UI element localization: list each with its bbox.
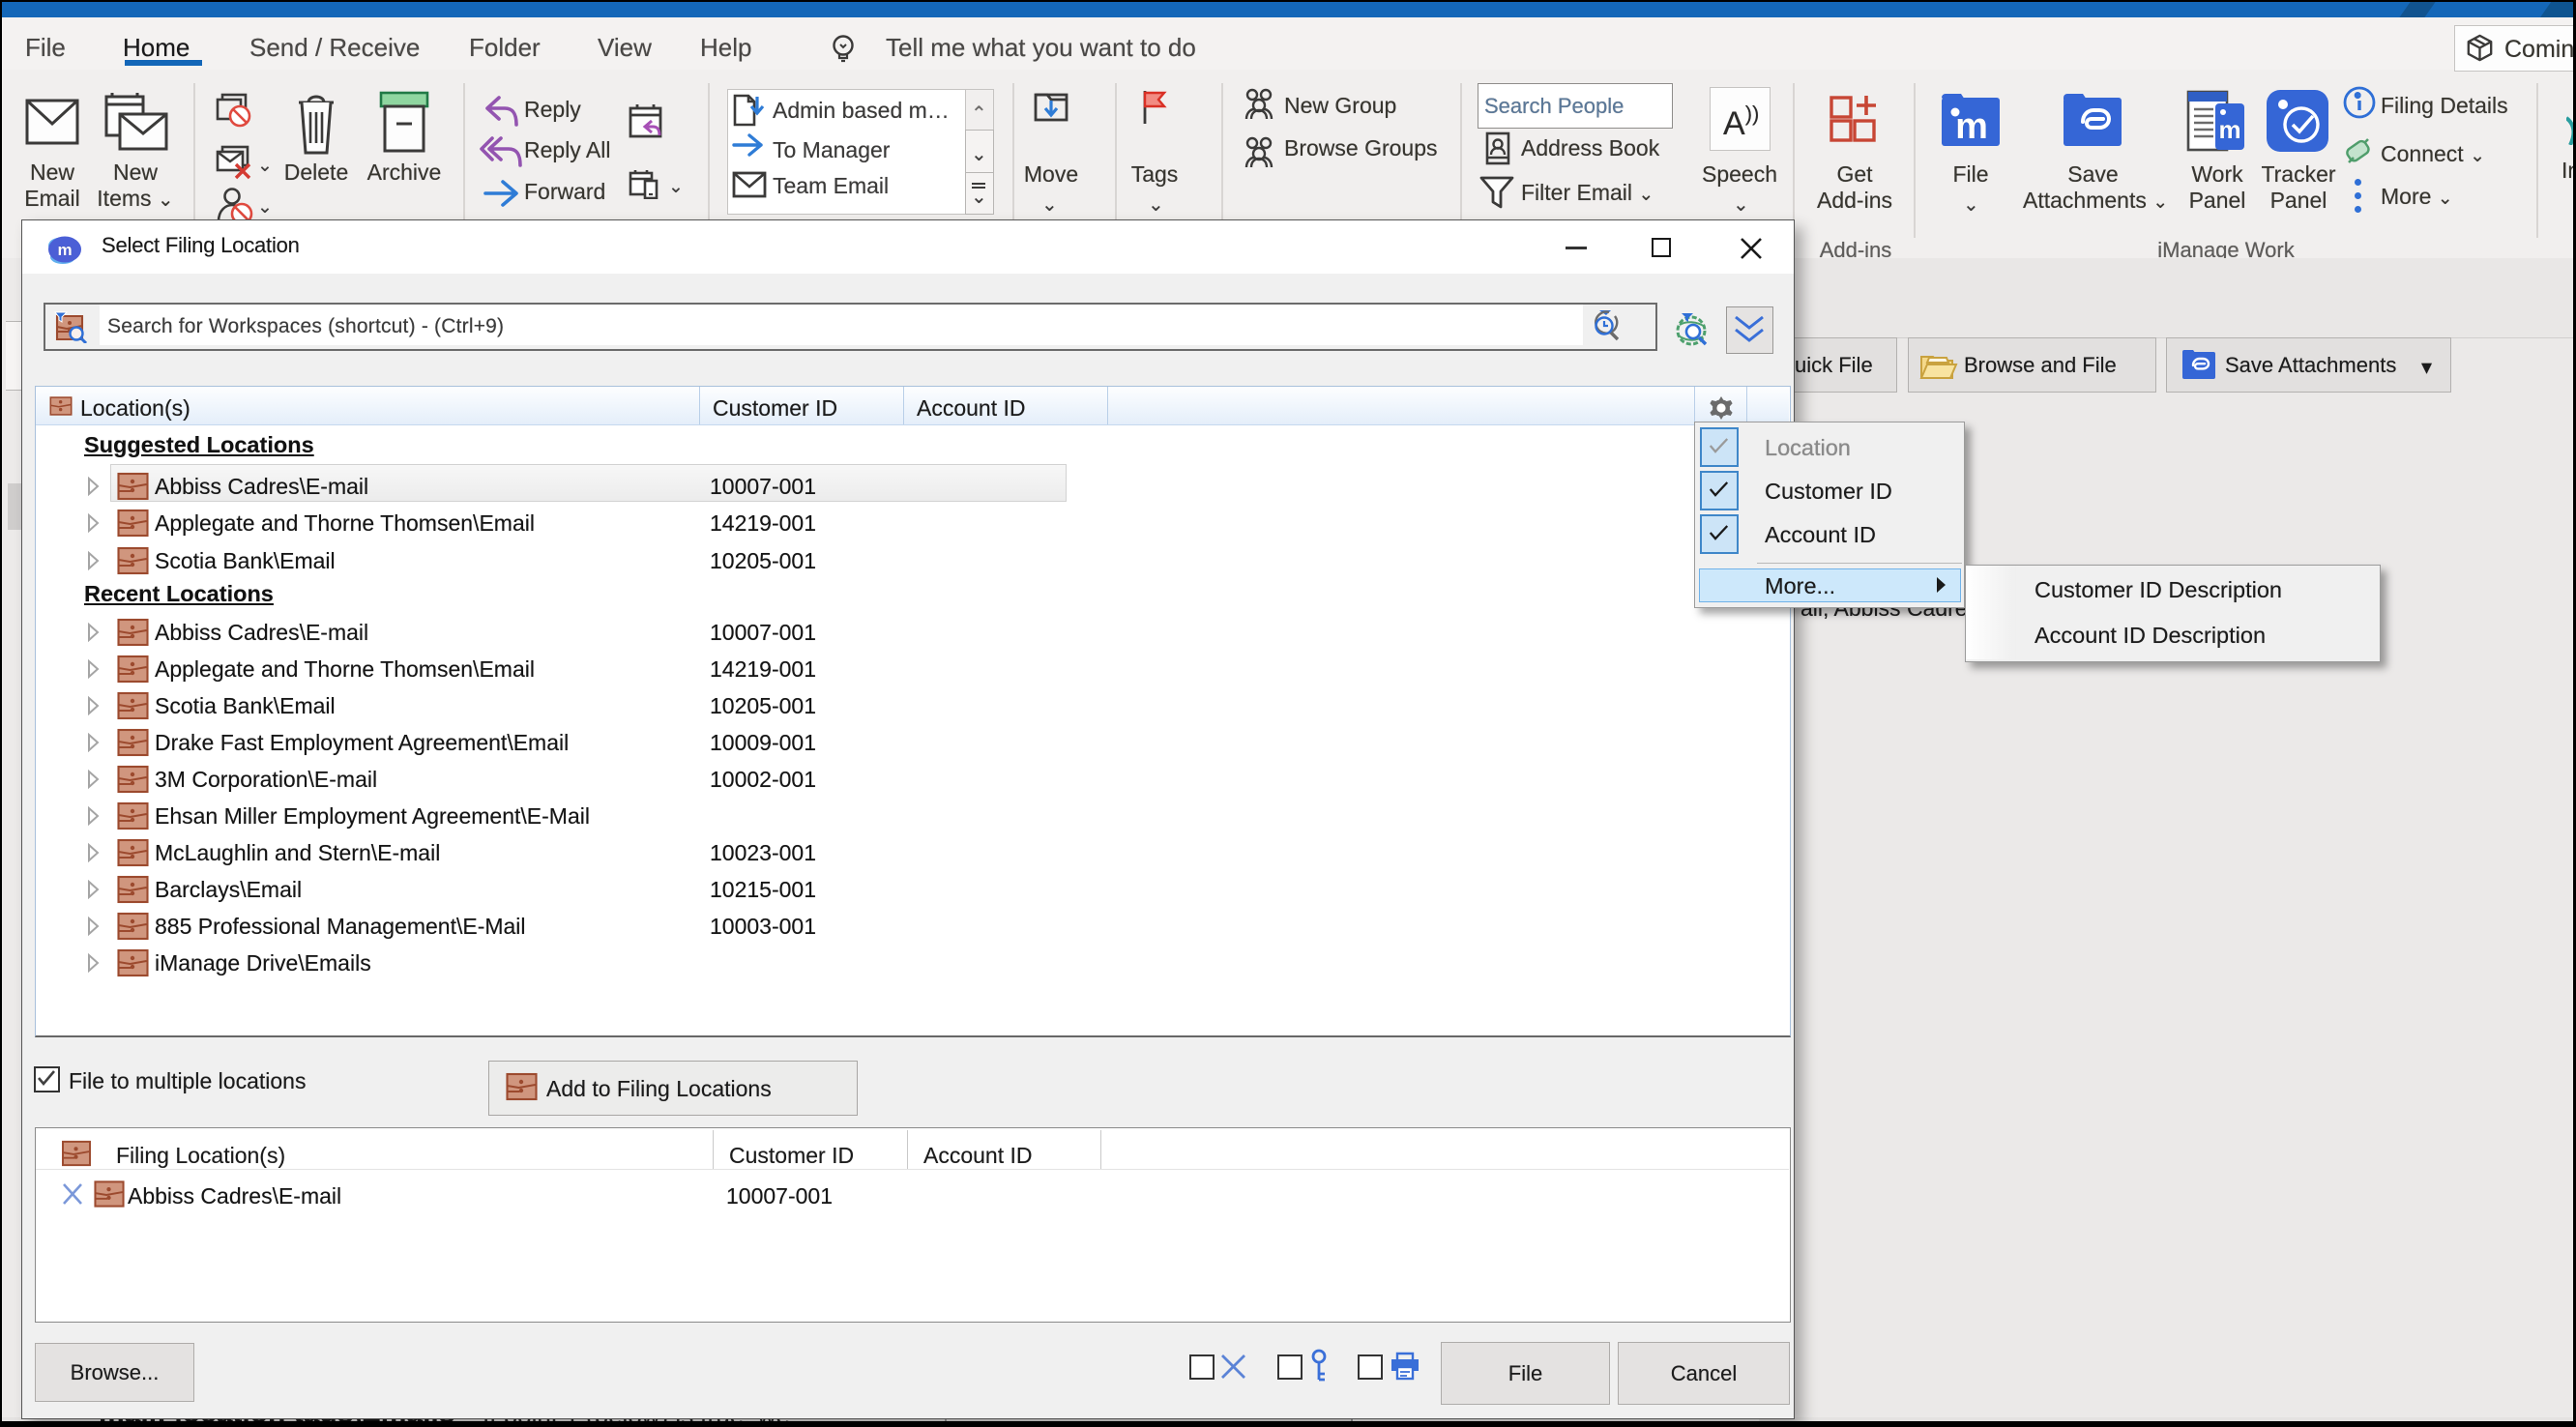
svg-text:m: m xyxy=(2218,115,2240,144)
svg-text:m: m xyxy=(57,241,72,259)
svg-text:m: m xyxy=(1955,106,1988,147)
